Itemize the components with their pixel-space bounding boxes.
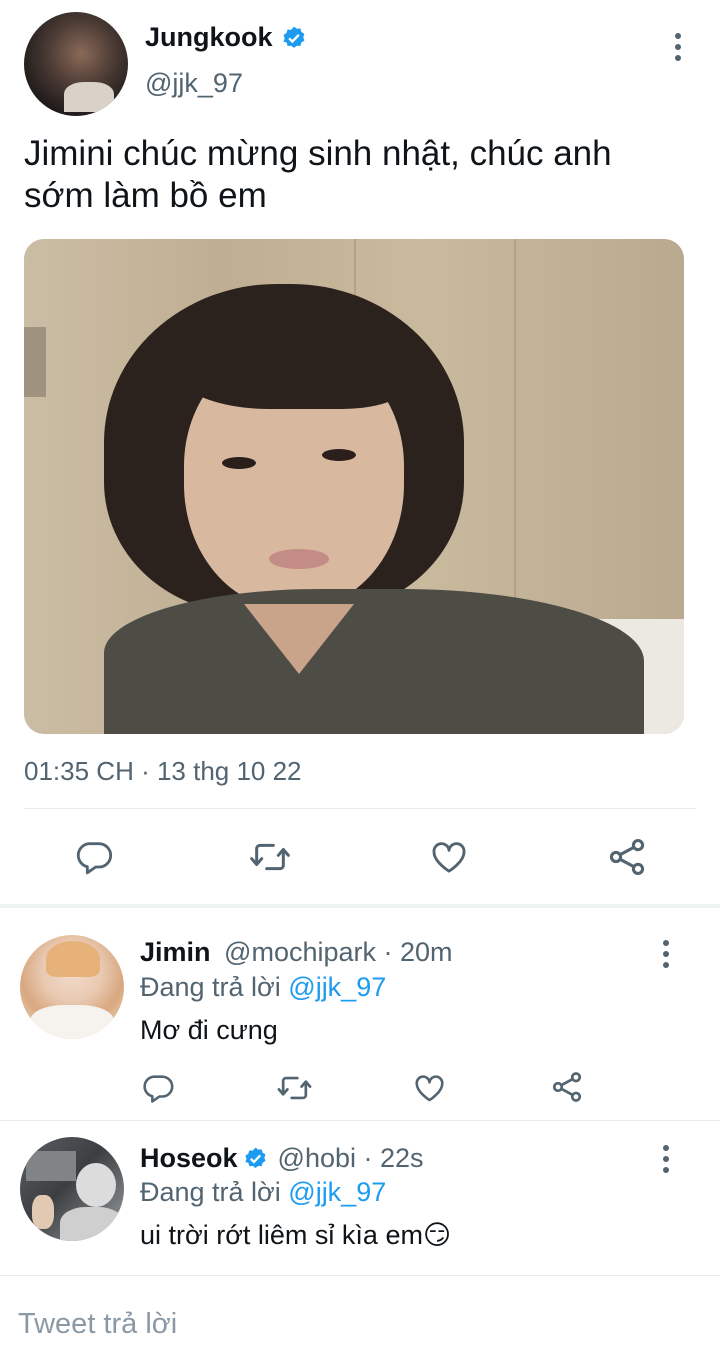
- retweet-icon[interactable]: [248, 837, 292, 877]
- like-heart-icon[interactable]: [412, 1071, 447, 1105]
- reply-icon[interactable]: [74, 837, 114, 877]
- retweet-icon[interactable]: [276, 1071, 313, 1105]
- more-options-icon[interactable]: [674, 33, 682, 61]
- reply-meta-jimin: @mochipark · 20m: [224, 937, 453, 967]
- reply-more-options-icon[interactable]: [662, 1145, 670, 1173]
- reply-avatar-jimin[interactable]: [20, 935, 124, 1039]
- smirk-emoji-icon: 😏: [422, 1220, 452, 1250]
- reply-input-placeholder: Tweet trả lời: [18, 1308, 178, 1340]
- reply-input[interactable]: Tweet trả lời: [0, 1276, 720, 1366]
- reply-more-options-icon[interactable]: [662, 940, 670, 968]
- tweet-timestamp[interactable]: 01:35 CH · 13 thg 10 22: [24, 756, 302, 787]
- tweet-photo[interactable]: [24, 239, 684, 734]
- reply-text-hoseok: ui trời rớt liêm sỉ kìa em😏: [140, 1220, 451, 1251]
- author-name[interactable]: Jungkook: [145, 22, 273, 53]
- verified-badge-icon: [281, 25, 307, 51]
- reply-text-jimin: Mơ đi cưng: [140, 1015, 278, 1045]
- section-divider: [0, 904, 720, 908]
- reply-avatar-hoseok[interactable]: [20, 1137, 124, 1241]
- verified-badge-icon: [243, 1146, 268, 1171]
- reply-name-hoseok[interactable]: Hoseok: [140, 1143, 238, 1174]
- share-icon[interactable]: [549, 1069, 585, 1105]
- tweet-text-line-1: Jimini chúc mừng sinh nhật, chúc anh: [24, 134, 612, 173]
- share-icon[interactable]: [605, 835, 649, 879]
- author-handle[interactable]: @jjk_97: [145, 68, 243, 99]
- reply-text-hoseok-body: ui trời rớt liêm sỉ kìa em: [140, 1220, 423, 1250]
- like-heart-icon[interactable]: [428, 837, 470, 877]
- replying-to-label: Đang trả lời: [140, 1177, 281, 1207]
- divider: [0, 1120, 720, 1121]
- tweet-text: Jimini chúc mừng sinh nhật, chúc anh sớm…: [24, 133, 612, 217]
- reply-name-jimin[interactable]: Jimin: [140, 937, 211, 967]
- tweet-text-line-2: sớm làm bồ em: [24, 176, 267, 215]
- divider: [24, 808, 696, 809]
- replying-to-handle[interactable]: @jjk_97: [288, 1177, 386, 1207]
- reply-icon[interactable]: [141, 1071, 175, 1105]
- reply-meta-hoseok: @hobi · 22s: [277, 1143, 424, 1173]
- replying-to-handle[interactable]: @jjk_97: [288, 972, 386, 1002]
- author-avatar[interactable]: [24, 12, 128, 116]
- replying-to-label: Đang trả lời: [140, 972, 281, 1002]
